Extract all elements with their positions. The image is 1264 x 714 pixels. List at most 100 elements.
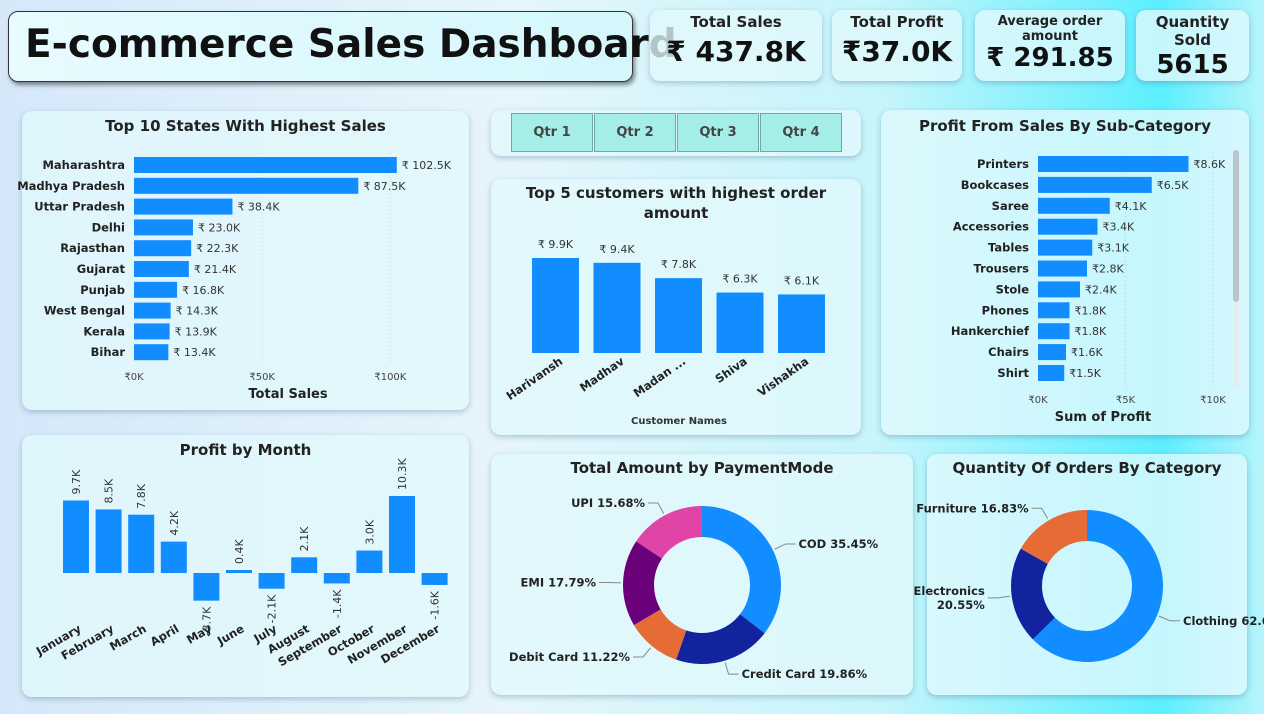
- bar: [1038, 197, 1110, 214]
- bar: [1038, 344, 1066, 361]
- category-label: Punjab: [80, 283, 125, 297]
- kpi-quantity-sold: Quantity Sold 5615: [1136, 10, 1249, 81]
- kpi-average-order-label-2: amount: [1022, 29, 1078, 44]
- data-label: ₹ 22.3K: [196, 242, 239, 255]
- leader-line: [724, 662, 739, 675]
- data-label: ₹3.4K: [1103, 221, 1135, 234]
- customers-bar-chart: ₹ 9.9K Harivansh ₹ 9.4K Madhav ₹ 7.8K Madan .…: [504, 238, 825, 427]
- states-bar-chart: ₹0K ₹50K ₹100K Maharashtra ₹ 102.5K Madhya Pr…: [17, 153, 452, 402]
- kpi-total-profit-value: ₹37.0K: [841, 35, 953, 68]
- category-label: West Bengal: [44, 304, 125, 318]
- bar: [1038, 302, 1070, 319]
- bar: [323, 573, 350, 584]
- leader-line: [987, 595, 1010, 599]
- quarter-slicer: Qtr 1 Qtr 2 Qtr 3 Qtr 4: [491, 110, 861, 156]
- data-label: ₹ 14.3K: [176, 305, 219, 318]
- x-tick-label: ₹0K: [1028, 395, 1048, 406]
- dashboard-title: E-commerce Sales Dashboard: [25, 22, 677, 67]
- bar: [356, 550, 383, 573]
- category-label: Shiva: [712, 354, 749, 386]
- data-label: 0.4K: [233, 539, 246, 564]
- x-tick-label: ₹10K: [1200, 395, 1226, 406]
- data-label: ₹2.8K: [1092, 263, 1124, 276]
- kpi-total-sales-label: Total Sales: [690, 13, 782, 31]
- bar: [1038, 218, 1098, 235]
- leader-line: [1158, 615, 1181, 622]
- x-tick-label: ₹5K: [1116, 395, 1136, 406]
- category-chart-card: Quantity Of Orders By Category Clothing …: [914, 454, 1264, 695]
- category-label: Stole: [996, 282, 1030, 296]
- bar: [1038, 176, 1152, 193]
- category-label: Delhi: [92, 220, 125, 234]
- bar: [95, 509, 122, 573]
- data-label: ₹ 23.0K: [198, 221, 241, 234]
- leader-line: [648, 502, 665, 514]
- bar: [291, 557, 318, 573]
- category-label: Shirt: [997, 366, 1029, 380]
- bar: [389, 496, 415, 573]
- kpi-average-order: Average order amount ₹ 291.85: [975, 10, 1125, 81]
- slice-label: Electronics: [914, 584, 985, 598]
- category-label: Bookcases: [961, 178, 1029, 192]
- kpi-total-profit: Total Profit ₹37.0K: [832, 10, 962, 81]
- subcategory-scrollbar[interactable]: [1233, 148, 1239, 388]
- category-label: April: [148, 621, 182, 648]
- kpi-total-sales-value: ₹ 437.8K: [666, 35, 806, 68]
- category-label: June: [214, 621, 247, 648]
- slice-label: Debit Card 11.22%: [509, 650, 631, 664]
- month-chart-card: Profit by Month 9.7K January 8.5K February 7…: [22, 435, 469, 697]
- slice-label: Credit Card 19.86%: [742, 667, 868, 681]
- data-label: 9.7K: [70, 469, 83, 494]
- kpi-average-order-label-1: Average order: [997, 14, 1103, 29]
- bar: [134, 323, 170, 340]
- bar: [1038, 239, 1093, 256]
- category-label: Accessories: [953, 220, 1029, 234]
- bar: [134, 177, 359, 194]
- category-label: Madan ...: [631, 354, 689, 400]
- payment-chart-card: Total Amount by PaymentMode COD 35.45% Cr…: [491, 454, 913, 695]
- data-label: ₹6.5K: [1157, 179, 1189, 192]
- data-label: 7.8K: [135, 483, 148, 508]
- data-label: -1.4K: [331, 589, 344, 618]
- data-label: ₹ 6.3K: [722, 273, 758, 286]
- category-label: Printers: [977, 157, 1029, 171]
- slicer-button-qtr-4[interactable]: Qtr 4: [760, 113, 842, 152]
- data-label: ₹1.8K: [1075, 325, 1107, 338]
- category-label: Maharashtra: [42, 158, 125, 172]
- bar: [134, 240, 192, 257]
- bar: [160, 541, 187, 573]
- slice-label: EMI 17.79%: [521, 576, 597, 590]
- slicer-button-qtr-2[interactable]: Qtr 2: [594, 113, 676, 152]
- data-label: ₹1.6K: [1071, 346, 1103, 359]
- category-label: Chairs: [988, 345, 1029, 359]
- category-label: Vishakha: [755, 354, 811, 399]
- slicer-button-qtr-3[interactable]: Qtr 3: [677, 113, 759, 152]
- donut-slice: [702, 506, 781, 634]
- data-label: ₹ 9.4K: [599, 243, 635, 256]
- slicer-button-qtr-1[interactable]: Qtr 1: [511, 113, 593, 152]
- bar: [421, 573, 448, 585]
- bar: [258, 573, 285, 589]
- subcategory-bar-chart: ₹0K ₹5K ₹10K Printers ₹8.6K Bookcases ₹6.5K Sar…: [951, 152, 1226, 425]
- data-label: 2.1K: [298, 526, 311, 551]
- data-label: 4.2K: [168, 510, 181, 535]
- x-axis-title: Sum of Profit: [1055, 410, 1152, 425]
- leader-line: [774, 543, 796, 550]
- bar: [134, 157, 397, 173]
- dashboard-title-box: E-commerce Sales Dashboard: [8, 11, 677, 82]
- subcategory-scroll-thumb[interactable]: [1233, 150, 1239, 302]
- slice-label: UPI 15.68%: [571, 496, 645, 510]
- kpi-quantity-sold-value: 5615: [1156, 50, 1229, 80]
- month-bar-chart: 9.7KJanuary8.5KFebruary7.8KMarch4.2KApri…: [33, 458, 448, 669]
- data-label: ₹3.1K: [1097, 242, 1129, 255]
- bar: [1038, 323, 1070, 340]
- subcategory-chart-card: Profit From Sales By Sub-Category ₹0K ₹5K…: [881, 110, 1249, 435]
- bar: [134, 261, 189, 277]
- bar: [134, 198, 233, 215]
- x-axis-title: Customer Names: [631, 416, 727, 427]
- leader-line: [633, 647, 652, 658]
- category-label: Rajasthan: [60, 241, 125, 255]
- category-label: Tables: [988, 241, 1029, 255]
- data-label: ₹4.1K: [1115, 200, 1147, 213]
- data-label: ₹ 21.4K: [194, 263, 237, 276]
